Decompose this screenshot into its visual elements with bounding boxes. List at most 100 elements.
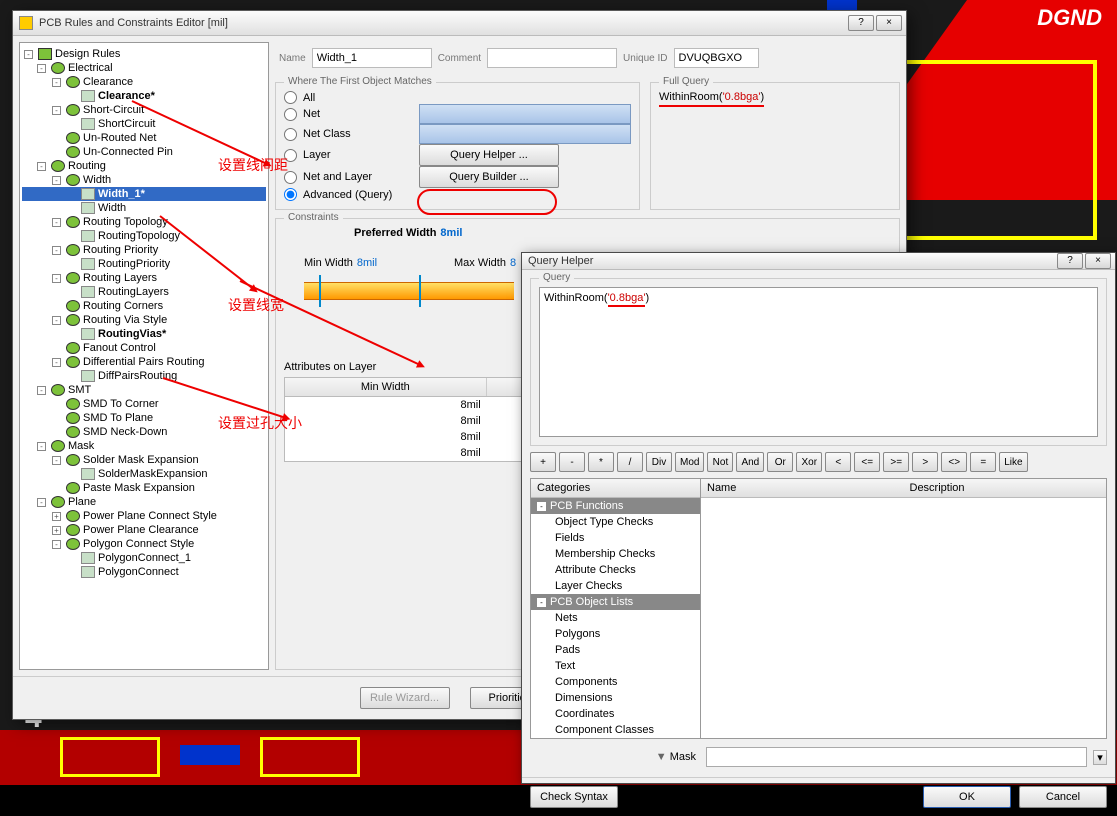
close-button[interactable]: × — [876, 15, 902, 31]
tree-node[interactable]: RoutingVias* — [22, 327, 266, 341]
query-builder-button[interactable]: Query Builder ... — [419, 166, 559, 188]
name-input[interactable] — [312, 48, 432, 68]
tree-node[interactable]: RoutingLayers — [22, 285, 266, 299]
op-button-[interactable]: - — [559, 452, 585, 472]
mask-input[interactable] — [706, 747, 1087, 767]
category-item[interactable]: Components — [531, 674, 700, 690]
category-group[interactable]: -PCB Object Lists — [531, 594, 700, 610]
categories-list[interactable]: -PCB FunctionsObject Type ChecksFieldsMe… — [531, 498, 700, 738]
tree-node[interactable]: Width — [22, 201, 266, 215]
tree-node[interactable]: -Routing — [22, 159, 266, 173]
tree-node[interactable]: SMD Neck-Down — [22, 425, 266, 439]
op-button-xor[interactable]: Xor — [796, 452, 822, 472]
radio-net-and-layer[interactable] — [284, 171, 297, 184]
expand-icon[interactable]: - — [537, 598, 546, 607]
rules-tree[interactable]: -Design Rules-Electrical-ClearanceCleara… — [19, 42, 269, 670]
tree-node[interactable]: -Plane — [22, 495, 266, 509]
tree-node[interactable]: -Solder Mask Expansion — [22, 453, 266, 467]
tree-node[interactable]: PolygonConnect — [22, 565, 266, 579]
radio-advanced-query-[interactable] — [284, 188, 297, 201]
op-button-div[interactable]: Div — [646, 452, 672, 472]
category-item[interactable]: Component Classes — [531, 722, 700, 738]
tree-node[interactable]: PolygonConnect_1 — [22, 551, 266, 565]
check-syntax-button[interactable]: Check Syntax — [530, 786, 618, 808]
op-button-mod[interactable]: Mod — [675, 452, 704, 472]
radio-net-class[interactable] — [284, 128, 297, 141]
tree-node[interactable]: -Routing Layers — [22, 271, 266, 285]
help-button[interactable]: ? — [848, 15, 874, 31]
query-helper-button[interactable]: Query Helper ... — [419, 144, 559, 166]
category-item[interactable]: Pads — [531, 642, 700, 658]
query-editor[interactable]: WithinRoom('0.8bga') — [539, 287, 1098, 437]
radio-net[interactable] — [284, 108, 297, 121]
category-group[interactable]: -PCB Functions — [531, 498, 700, 514]
tree-node[interactable]: Width_1* — [22, 187, 266, 201]
expand-icon[interactable]: - — [537, 502, 546, 511]
col-minwidth[interactable]: Min Width — [285, 378, 487, 396]
tree-node[interactable]: -Short-Circuit — [22, 103, 266, 117]
tree-node[interactable]: -Clearance — [22, 75, 266, 89]
tree-node[interactable]: Paste Mask Expansion — [22, 481, 266, 495]
tree-node[interactable]: Un-Routed Net — [22, 131, 266, 145]
op-button-[interactable]: + — [530, 452, 556, 472]
tree-node[interactable]: RoutingPriority — [22, 257, 266, 271]
category-item[interactable]: Nets — [531, 610, 700, 626]
titlebar[interactable]: PCB Rules and Constraints Editor [mil] ?… — [13, 11, 906, 36]
tree-node[interactable]: SMD To Plane — [22, 411, 266, 425]
qh-help-button[interactable]: ? — [1057, 253, 1083, 269]
combo-2[interactable] — [419, 124, 631, 144]
tree-node[interactable]: Routing Corners — [22, 299, 266, 313]
mask-dropdown-icon[interactable]: ▾ — [1093, 750, 1107, 765]
combo-1[interactable] — [419, 104, 631, 124]
tree-node[interactable]: Un-Connected Pin — [22, 145, 266, 159]
tree-node[interactable]: SolderMaskExpansion — [22, 467, 266, 481]
category-item[interactable]: Text — [531, 658, 700, 674]
cancel-button[interactable]: Cancel — [1019, 786, 1107, 808]
category-item[interactable]: Coordinates — [531, 706, 700, 722]
tree-node[interactable]: -Design Rules — [22, 47, 266, 61]
tree-node[interactable]: -Differential Pairs Routing — [22, 355, 266, 369]
op-button-[interactable]: = — [970, 452, 996, 472]
tree-node[interactable]: RoutingTopology — [22, 229, 266, 243]
tree-node[interactable]: -Polygon Connect Style — [22, 537, 266, 551]
op-button-[interactable]: < — [825, 452, 851, 472]
op-button-[interactable]: <= — [854, 452, 880, 472]
op-button-not[interactable]: Not — [707, 452, 733, 472]
tree-node[interactable]: ShortCircuit — [22, 117, 266, 131]
op-button-[interactable]: > — [912, 452, 938, 472]
categories-header[interactable]: Categories — [531, 479, 700, 498]
category-item[interactable]: Dimensions — [531, 690, 700, 706]
op-button-or[interactable]: Or — [767, 452, 793, 472]
comment-input[interactable] — [487, 48, 617, 68]
tree-node[interactable]: -Electrical — [22, 61, 266, 75]
radio-layer[interactable] — [284, 149, 297, 162]
tree-node[interactable]: DiffPairsRouting — [22, 369, 266, 383]
op-button-[interactable]: / — [617, 452, 643, 472]
op-button-[interactable]: >= — [883, 452, 909, 472]
category-item[interactable]: Membership Checks — [531, 546, 700, 562]
tree-node[interactable]: -Routing Via Style — [22, 313, 266, 327]
tree-node[interactable]: -Routing Priority — [22, 243, 266, 257]
uniqueid-input[interactable] — [674, 48, 759, 68]
qh-titlebar[interactable]: Query Helper ? × — [522, 253, 1115, 270]
category-item[interactable]: Object Type Checks — [531, 514, 700, 530]
tree-node[interactable]: -Mask — [22, 439, 266, 453]
ok-button[interactable]: OK — [923, 786, 1011, 808]
op-button-[interactable]: * — [588, 452, 614, 472]
desc-column-header[interactable]: Description — [904, 479, 1107, 498]
name-column-header[interactable]: Name — [701, 479, 904, 498]
tree-node[interactable]: -Width — [22, 173, 266, 187]
tree-node[interactable]: -SMT — [22, 383, 266, 397]
tree-node[interactable]: SMD To Corner — [22, 397, 266, 411]
radio-all[interactable] — [284, 91, 297, 104]
category-item[interactable]: Fields — [531, 530, 700, 546]
tree-node[interactable]: +Power Plane Clearance — [22, 523, 266, 537]
tree-node[interactable]: Fanout Control — [22, 341, 266, 355]
tree-node[interactable]: -Routing Topology — [22, 215, 266, 229]
op-button-like[interactable]: Like — [999, 452, 1027, 472]
op-button-and[interactable]: And — [736, 452, 764, 472]
op-button-[interactable]: <> — [941, 452, 967, 472]
category-item[interactable]: Layer Checks — [531, 578, 700, 594]
qh-close-button[interactable]: × — [1085, 253, 1111, 269]
tree-node[interactable]: Clearance* — [22, 89, 266, 103]
